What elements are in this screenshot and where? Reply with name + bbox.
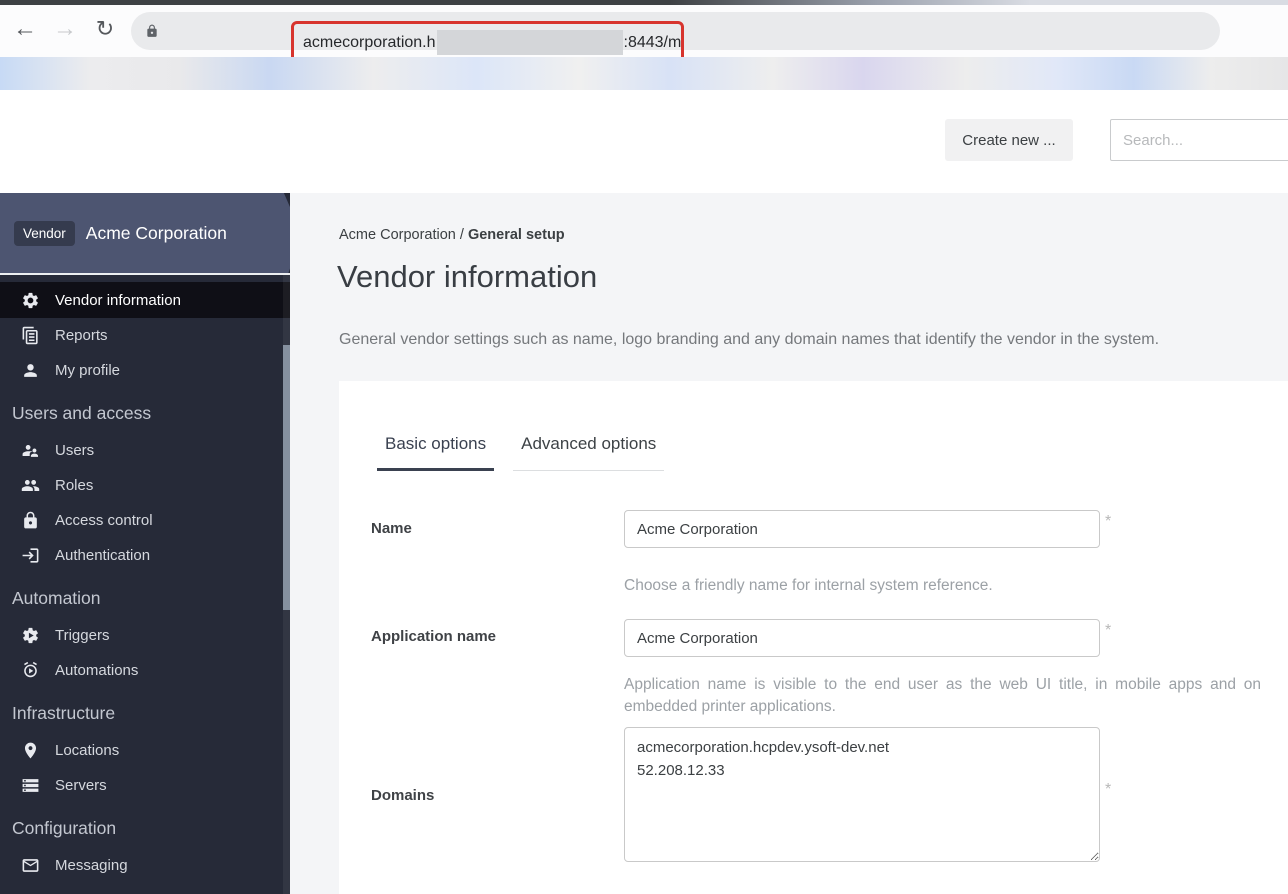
- url-text-prefix: acmecorporation.h: [303, 34, 436, 52]
- sidebar-item-locations[interactable]: Locations: [0, 733, 290, 768]
- name-field-label: Name: [371, 520, 412, 537]
- vendor-badge: Vendor: [14, 221, 75, 246]
- sidebar-scrollbar-thumb[interactable]: [283, 345, 290, 610]
- person-icon: [21, 361, 40, 380]
- location-pin-icon: [21, 741, 40, 760]
- application-name-field-label: Application name: [371, 628, 496, 645]
- sidebar-section-automation: Automation: [0, 573, 290, 618]
- breadcrumb-root[interactable]: Acme Corporation: [339, 227, 456, 243]
- sidebar-item-access-control[interactable]: Access control: [0, 503, 290, 538]
- sidebar-item-label: Authentication: [55, 547, 150, 564]
- group-icon: [21, 476, 40, 495]
- sidebar-section-configuration: Configuration: [0, 803, 290, 848]
- sidebar-item-label: Access control: [55, 512, 153, 529]
- name-help-text: Choose a friendly name for internal syst…: [624, 575, 993, 597]
- sidebar-item-label: Messaging: [55, 857, 128, 874]
- browser-forward-button[interactable]: →: [48, 12, 82, 46]
- breadcrumb: Acme Corporation / General setup: [339, 227, 565, 243]
- sidebar-item-label: Reports: [55, 327, 108, 344]
- envelope-icon: [21, 856, 40, 875]
- sidebar-item-reports[interactable]: Reports: [0, 318, 290, 353]
- sidebar-item-authentication[interactable]: Authentication: [0, 538, 290, 573]
- browser-reload-button[interactable]: ↻: [88, 12, 122, 46]
- url-redacted-segment: [437, 30, 623, 55]
- address-bar[interactable]: acmecorporation.h :8443/main=: [131, 12, 1220, 50]
- lock-icon: [145, 23, 159, 39]
- sidebar-item-label: Triggers: [55, 627, 109, 644]
- application-name-field-input[interactable]: [624, 619, 1100, 657]
- name-field-input[interactable]: [624, 510, 1100, 548]
- server-icon: [21, 776, 40, 795]
- sidebar-item-label: Automations: [55, 662, 138, 679]
- sidebar-item-messaging[interactable]: Messaging: [0, 848, 290, 883]
- sidebar-item-automations[interactable]: Automations: [0, 653, 290, 688]
- sidebar-item-label: Roles: [55, 477, 93, 494]
- sidebar-item-label: Locations: [55, 742, 119, 759]
- sidebar-item-users[interactable]: Users: [0, 433, 290, 468]
- browser-chrome: ← → ↻ acmecorporation.h :8443/main=: [0, 0, 1288, 57]
- bookmarks-bar-blurred: [0, 57, 1288, 90]
- sidebar-section-users-and-access: Users and access: [0, 388, 290, 433]
- name-required-marker: *: [1105, 513, 1111, 531]
- application-name-help-text: Application name is visible to the end u…: [624, 674, 1261, 719]
- sidebar-item-label: Servers: [55, 777, 107, 794]
- sidebar: Vendor Acme Corporation Vendor informati…: [0, 193, 290, 894]
- browser-back-button[interactable]: ←: [8, 12, 42, 46]
- sidebar-vendor-header: Vendor Acme Corporation: [0, 193, 302, 273]
- sidebar-item-label: Users: [55, 442, 94, 459]
- trigger-icon: [21, 626, 40, 645]
- domains-field-textarea[interactable]: acmecorporation.hcpdev.ysoft-dev.net 52.…: [624, 727, 1100, 862]
- app-topbar: Create new ...: [0, 90, 1288, 193]
- domains-field-label: Domains: [371, 787, 434, 804]
- tab-advanced-options[interactable]: Advanced options: [513, 434, 664, 471]
- browser-top-edge: [0, 0, 1288, 5]
- url-text-suffix: :8443/main=: [624, 34, 684, 52]
- sidebar-item-vendor-information[interactable]: Vendor information: [0, 282, 290, 318]
- sidebar-section-infrastructure: Infrastructure: [0, 688, 290, 733]
- main-content: Acme Corporation / General setup Vendor …: [290, 193, 1288, 894]
- sidebar-item-label: Vendor information: [55, 292, 181, 309]
- vendor-name: Acme Corporation: [86, 223, 227, 244]
- sidebar-item-label: My profile: [55, 362, 120, 379]
- breadcrumb-current: General setup: [468, 227, 565, 243]
- sidebar-item-triggers[interactable]: Triggers: [0, 618, 290, 653]
- sidebar-item-roles[interactable]: Roles: [0, 468, 290, 503]
- page-subtitle: General vendor settings such as name, lo…: [339, 331, 1179, 349]
- settings-card: Basic options Advanced options Name * Ch…: [339, 381, 1288, 894]
- tab-bar: Basic options Advanced options: [377, 434, 683, 471]
- login-icon: [21, 546, 40, 565]
- search-input[interactable]: [1110, 119, 1288, 161]
- sidebar-item-my-profile[interactable]: My profile: [0, 353, 290, 388]
- application-name-required-marker: *: [1105, 622, 1111, 640]
- tab-basic-options[interactable]: Basic options: [377, 434, 494, 471]
- user-add-icon: [21, 441, 40, 460]
- sidebar-item-servers[interactable]: Servers: [0, 768, 290, 803]
- domains-required-marker: *: [1105, 781, 1111, 799]
- create-new-button[interactable]: Create new ...: [945, 119, 1073, 161]
- breadcrumb-separator: /: [456, 227, 468, 243]
- lock-icon: [21, 511, 40, 530]
- sidebar-nav: Vendor information Reports My profile Users…: [0, 275, 290, 883]
- page-title: Vendor information: [337, 259, 597, 295]
- automation-icon: [21, 661, 40, 680]
- report-icon: [21, 326, 40, 345]
- gear-icon: [21, 291, 40, 310]
